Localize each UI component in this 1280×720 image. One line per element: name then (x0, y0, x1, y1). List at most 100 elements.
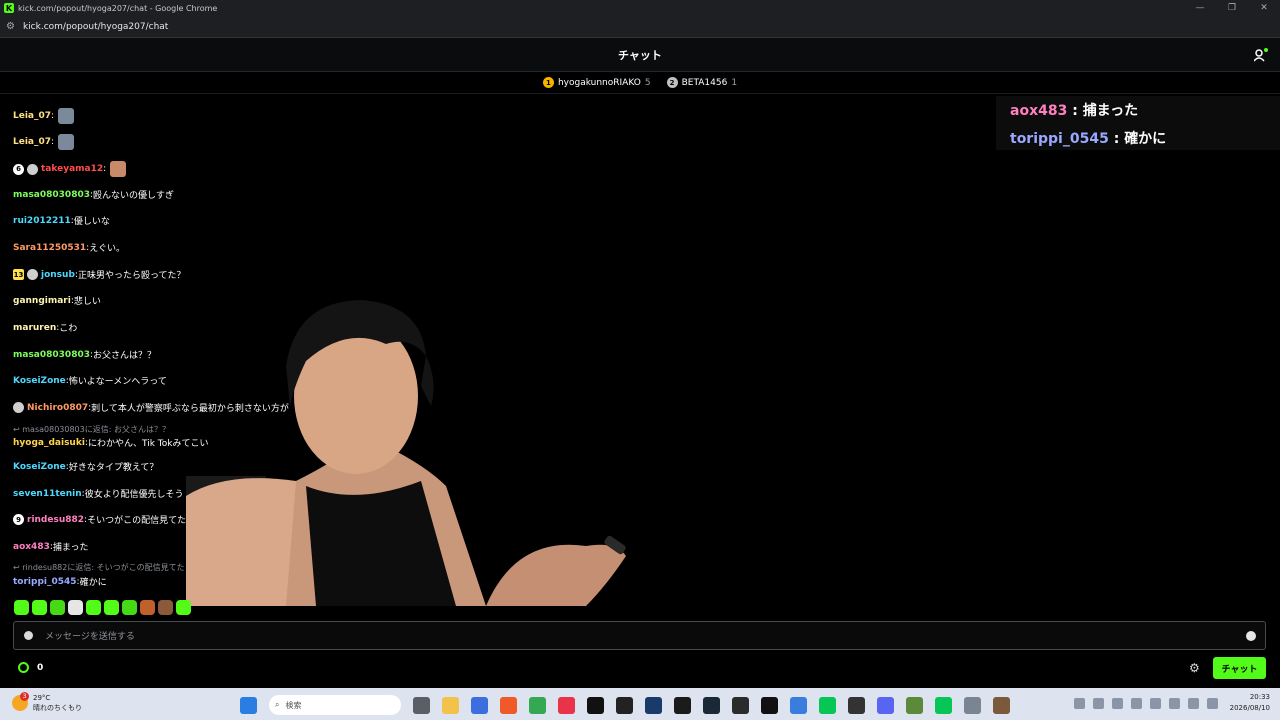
chat-message: Sara11250531: えぐい。 (13, 241, 125, 255)
reply-context[interactable]: ↩ rindesu882に返信: そいつがこの配信見てた (13, 562, 185, 573)
kick-emote-icon[interactable] (68, 600, 83, 615)
chat-message: ganngimari: 悲しい (13, 294, 101, 308)
tiktok-icon[interactable] (587, 696, 604, 714)
restore-button[interactable]: ❐ (1216, 0, 1248, 16)
chat-message: torippi_0545: 確かに (13, 575, 107, 589)
send-chat-button[interactable]: チャット (1213, 657, 1266, 679)
overlay-line: torippi_0545 : 確かに (1010, 131, 1167, 147)
top-gifter-1[interactable]: 1 hyogakunnoRIAKO 5 (542, 77, 651, 88)
chat-message: Leia_07: (13, 134, 75, 150)
subscriber-badge-icon: 13 (13, 269, 24, 280)
kick-emote-icon[interactable] (86, 600, 101, 615)
url-text: kick.com/popout/hyoga207/chat (22, 21, 169, 32)
chat-username[interactable]: KoseiZone (13, 376, 66, 386)
wifi-icon[interactable] (1187, 697, 1199, 709)
app-icon[interactable] (790, 696, 807, 714)
kick-app-icon[interactable] (674, 696, 691, 714)
kick-emote-icon[interactable] (14, 600, 29, 615)
brave-browser-icon[interactable] (500, 696, 517, 714)
chat-username[interactable]: Leia_07 (13, 137, 51, 147)
chat-username[interactable]: hyoga_daisuki (13, 438, 85, 448)
top-gifter-2[interactable]: 2 BETA1456 1 (666, 77, 737, 88)
emote-icon (58, 134, 75, 150)
chat-message: masa08030803: お父さんは？？ (13, 348, 156, 362)
chat-username[interactable]: seven11tenin (13, 489, 82, 499)
address-bar[interactable]: ⚙ kick.com/popout/hyoga207/chat (0, 16, 1280, 38)
windows-start-icon[interactable] (240, 696, 257, 714)
chat-username[interactable]: rui2012211 (13, 216, 71, 226)
app-icon[interactable] (558, 696, 575, 714)
taskbar-search[interactable]: ⌕ 検索 (269, 695, 401, 715)
separator: : (51, 111, 55, 121)
close-button[interactable]: ✕ (1248, 0, 1280, 16)
chat-message: KoseiZone: 怖いよなーメンヘラって (13, 374, 167, 388)
weather-widget[interactable]: 3 29°C 晴れのちくもり (12, 692, 82, 713)
subscriber-badge-icon: 6 (13, 163, 24, 175)
chat-message-text: えぐい。 (89, 244, 125, 254)
notification-badge: 3 (20, 692, 29, 701)
app-icon[interactable] (471, 696, 488, 714)
obs-icon[interactable] (761, 696, 778, 714)
display-icon[interactable] (1168, 697, 1180, 709)
discord-icon[interactable] (877, 696, 894, 714)
kick-emote-icon[interactable] (122, 600, 137, 615)
kick-emote-icon[interactable] (32, 600, 47, 615)
users-icon[interactable] (1254, 48, 1268, 62)
chrome-icon[interactable] (529, 696, 546, 714)
app-tray-icon[interactable] (1130, 697, 1142, 709)
chat-username[interactable]: masa08030803 (13, 190, 90, 200)
task-view-icon[interactable] (413, 696, 430, 714)
steam-icon[interactable] (703, 696, 720, 714)
chat-username[interactable]: Sara11250531 (13, 243, 86, 253)
microphone-icon[interactable] (1111, 697, 1123, 709)
chevron-up-icon[interactable] (1073, 697, 1085, 709)
file-explorer-icon[interactable] (442, 696, 459, 714)
reply-context[interactable]: ↩ masa08030803に返信: お父さんは？？ (13, 424, 170, 435)
chat-username[interactable]: KoseiZone (13, 462, 66, 472)
line-icon[interactable] (935, 696, 952, 714)
site-info-icon[interactable]: ⚙ (6, 21, 15, 32)
chat-username[interactable]: jonsub (41, 270, 75, 280)
app-icon[interactable] (616, 696, 633, 714)
chat-username[interactable]: takeyama12 (41, 164, 103, 174)
chat-input[interactable]: メッセージを送信する (13, 621, 1266, 650)
volume-icon[interactable] (1206, 697, 1218, 709)
settings-gear-icon[interactable]: ⚙ (1189, 661, 1200, 675)
chat-username[interactable]: masa08030803 (13, 350, 90, 360)
chat-username[interactable]: Leia_07 (13, 111, 51, 121)
chat-username[interactable]: rindesu882 (27, 515, 84, 525)
chat-username[interactable]: Nichiro0807 (27, 403, 88, 413)
minimize-button[interactable]: — (1184, 0, 1216, 16)
kick-emote-icon[interactable] (176, 600, 191, 615)
chat-message: aox483: 捕まった (13, 540, 89, 554)
chat-message: seven11tenin: 彼女より配信優先しそう (13, 487, 184, 501)
emote-icon (110, 161, 127, 177)
disney-plus-icon[interactable] (645, 696, 662, 714)
kick-emote-icon[interactable] (50, 600, 65, 615)
system-tray: 20:33 2026/08/10 (1066, 692, 1270, 714)
chat-message-text: 殴んないの優しすぎ (93, 191, 174, 201)
minecraft-icon[interactable] (906, 696, 923, 714)
onedrive-icon[interactable] (1149, 697, 1161, 709)
chat-username[interactable]: maruren (13, 323, 56, 333)
chat-message: 9 rindesu882: そいつがこの配信見てた (13, 513, 186, 526)
chat-username[interactable]: aox483 (13, 542, 50, 552)
points-value: 0 (37, 662, 44, 673)
chat-username[interactable]: torippi_0545 (13, 577, 77, 587)
separator: : (51, 137, 55, 147)
clock[interactable]: 20:33 2026/08/10 (1230, 692, 1270, 714)
app-icon[interactable] (732, 696, 749, 714)
kick-emote-icon[interactable] (104, 600, 119, 615)
network-icon[interactable] (1092, 697, 1104, 709)
emoji-picker-icon[interactable] (1246, 631, 1256, 641)
channel-points[interactable]: 0 (18, 662, 43, 673)
window-controls: — ❐ ✕ (1184, 0, 1280, 16)
app-icon[interactable] (848, 696, 865, 714)
app-icon[interactable] (993, 696, 1010, 714)
sub-badge-icon (27, 163, 38, 175)
line-icon[interactable] (819, 696, 836, 714)
kick-emote-icon[interactable] (158, 600, 173, 615)
chat-username[interactable]: ganngimari (13, 296, 71, 306)
kick-emote-icon[interactable] (140, 600, 155, 615)
settings-icon[interactable] (964, 696, 981, 714)
